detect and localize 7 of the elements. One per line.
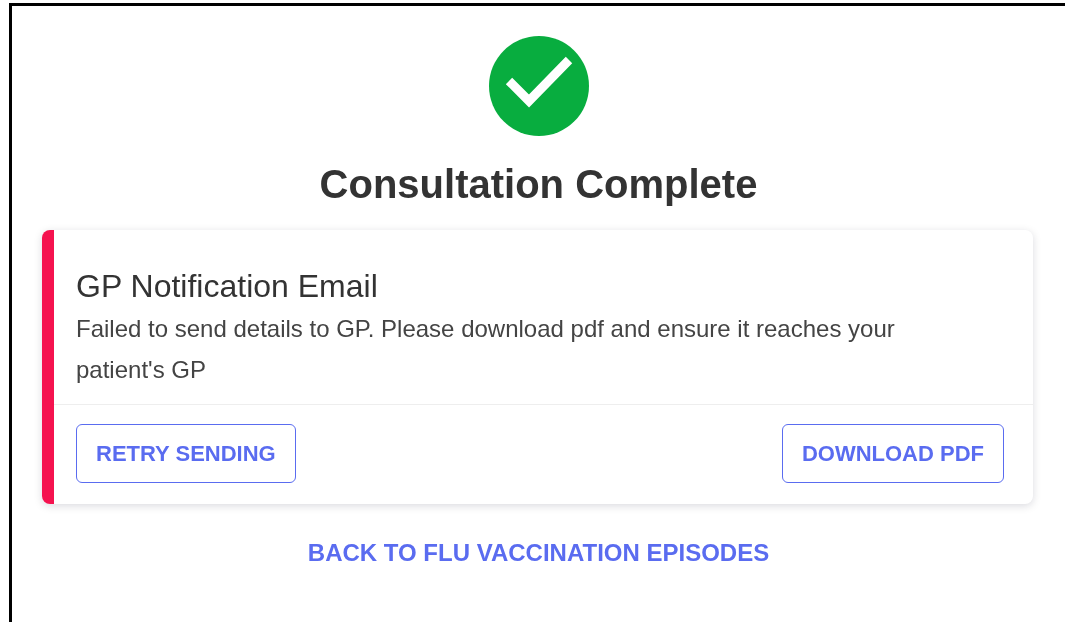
error-message: Failed to send details to GP. Please download pdf and ensure it reaches your patient's GP (76, 314, 896, 385)
back-link[interactable]: BACK TO FLU VACCINATION EPISODES (307, 538, 770, 568)
download-button[interactable]: DOWNLOAD PDF (781, 424, 1004, 483)
page-title: Consultation Complete (319, 161, 758, 208)
success-check-icon (488, 36, 589, 136)
card-title: GP Notification Email (76, 267, 378, 306)
retry-button[interactable]: RETRY SENDING (76, 424, 296, 483)
